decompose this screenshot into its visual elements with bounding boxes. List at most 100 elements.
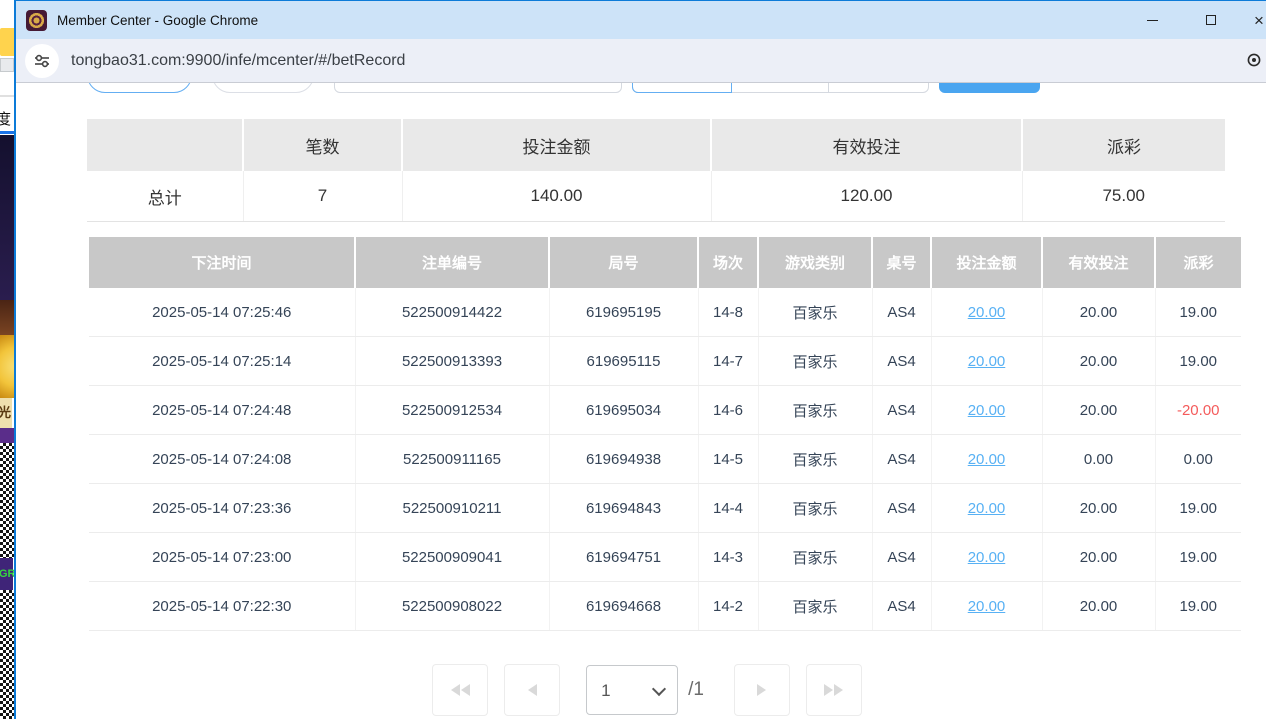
tune-sliders-icon: [34, 53, 50, 69]
bet-amount-link[interactable]: 20.00: [968, 451, 1006, 468]
background-text-gr: GR: [0, 558, 13, 590]
filter-tab-group-partial: [632, 83, 929, 93]
next-page-button[interactable]: [734, 664, 790, 716]
bet-table-header-row: 下注时间注单编号局号场次游戏类别桌号投注金额有效投注派彩: [89, 237, 1241, 288]
background-yellow-icon: [0, 28, 14, 56]
cell-valid-bet: 20.00: [1042, 288, 1155, 337]
cell-game: 百家乐: [758, 337, 872, 386]
bet-column-header: 投注金额: [931, 237, 1042, 288]
filter-tab-partial[interactable]: [732, 83, 829, 92]
filter-button-secondary-partial[interactable]: [212, 83, 314, 93]
cell-payout: 19.00: [1155, 484, 1241, 533]
page-total-label: /1: [688, 679, 704, 701]
background-purple-band: [0, 428, 14, 443]
background-gray-box: [0, 58, 14, 72]
summary-header-row: 笔数投注金额有效投注派彩: [87, 119, 1225, 171]
search-button-partial[interactable]: [939, 83, 1040, 93]
summary-count: 7: [243, 171, 402, 222]
double-right-arrow-icon: [824, 684, 833, 696]
bet-amount-link[interactable]: 20.00: [968, 549, 1006, 566]
cell-game: 百家乐: [758, 533, 872, 582]
background-qr-code-top: [0, 443, 14, 558]
filter-tab-selected-partial[interactable]: [632, 83, 732, 93]
cell-bet-id: 522500914422: [355, 288, 549, 337]
cell-round: 619694938: [549, 435, 698, 484]
cell-payout: 19.00: [1155, 288, 1241, 337]
bet-amount-link[interactable]: 20.00: [968, 353, 1006, 370]
cell-game: 百家乐: [758, 288, 872, 337]
bet-amount-link[interactable]: 20.00: [968, 402, 1006, 419]
background-gold-banner: [0, 335, 14, 398]
summary-table: 笔数投注金额有效投注派彩 总计7140.00120.0075.00: [87, 119, 1225, 222]
cell-valid-bet: 20.00: [1042, 582, 1155, 631]
cell-bet-amount: 20.00: [931, 386, 1042, 435]
filter-button-primary-partial[interactable]: [87, 83, 192, 93]
page-select[interactable]: 1: [586, 665, 678, 715]
site-favicon-icon: [26, 10, 47, 31]
window-title: Member Center - Google Chrome: [57, 13, 258, 28]
bet-column-header: 场次: [698, 237, 758, 288]
cell-bet-amount: 20.00: [931, 484, 1042, 533]
pagination: 1 /1: [87, 664, 1207, 716]
cell-bet-id: 522500910211: [355, 484, 549, 533]
table-row: 2025-05-14 07:23:00522500909041619694751…: [89, 533, 1241, 582]
cell-game: 百家乐: [758, 582, 872, 631]
cell-round: 619695195: [549, 288, 698, 337]
cell-session: 14-2: [698, 582, 758, 631]
background-divider: [0, 95, 14, 97]
bet-record-page: 笔数投注金额有效投注派彩 总计7140.00120.0075.00 下注时间注单…: [16, 83, 1266, 719]
cell-bet-amount: 20.00: [931, 337, 1042, 386]
bet-column-header: 有效投注: [1042, 237, 1155, 288]
cell-round: 619694668: [549, 582, 698, 631]
summary-column-header: 笔数: [243, 119, 402, 171]
filter-tab-partial[interactable]: [829, 83, 928, 92]
cell-round: 619694843: [549, 484, 698, 533]
cell-payout: 0.00: [1155, 435, 1241, 484]
site-settings-button[interactable]: [25, 44, 59, 78]
cell-table: AS4: [872, 435, 931, 484]
double-left-arrow-icon: [461, 684, 470, 696]
table-row: 2025-05-14 07:25:46522500914422619695195…: [89, 288, 1241, 337]
bet-amount-link[interactable]: 20.00: [968, 500, 1006, 517]
summary-column-header: 有效投注: [711, 119, 1022, 171]
cell-session: 14-7: [698, 337, 758, 386]
cell-bet-amount: 20.00: [931, 582, 1042, 631]
cell-table: AS4: [872, 484, 931, 533]
background-window-strip: 度 光 GR: [0, 0, 14, 719]
cell-bet-id: 522500909041: [355, 533, 549, 582]
cell-time: 2025-05-14 07:23:36: [89, 484, 355, 533]
bet-column-header: 下注时间: [89, 237, 355, 288]
cell-table: AS4: [872, 288, 931, 337]
cell-payout: 19.00: [1155, 533, 1241, 582]
address-input[interactable]: tongbao31.com:9900/infe/mcenter/#/betRec…: [71, 52, 405, 70]
background-qr-code-bottom: [0, 590, 14, 719]
minimize-button[interactable]: [1129, 1, 1175, 39]
window-titlebar: Member Center - Google Chrome ×: [16, 1, 1266, 39]
left-arrow-icon: [528, 684, 537, 696]
cell-bet-amount: 20.00: [931, 288, 1042, 337]
double-right-arrow-icon: [834, 684, 843, 696]
cell-session: 14-8: [698, 288, 758, 337]
bet-amount-link[interactable]: 20.00: [968, 598, 1006, 615]
previous-page-button[interactable]: [504, 664, 560, 716]
background-dark-banner: [0, 135, 14, 300]
cell-time: 2025-05-14 07:22:30: [89, 582, 355, 631]
cell-game: 百家乐: [758, 435, 872, 484]
record-target-button[interactable]: [1246, 52, 1262, 73]
background-brown-banner: [0, 300, 14, 335]
last-page-button[interactable]: [806, 664, 862, 716]
bet-amount-link[interactable]: 20.00: [968, 304, 1006, 321]
maximize-button[interactable]: [1188, 1, 1234, 39]
summary-column-header: 派彩: [1022, 119, 1225, 171]
page-select-wrap: 1: [586, 665, 678, 715]
close-button[interactable]: ×: [1236, 1, 1266, 39]
table-row: 2025-05-14 07:24:08522500911165619694938…: [89, 435, 1241, 484]
date-range-input-partial[interactable]: [334, 83, 622, 93]
first-page-button[interactable]: [432, 664, 488, 716]
cell-session: 14-3: [698, 533, 758, 582]
bet-column-header: 桌号: [872, 237, 931, 288]
cell-valid-bet: 0.00: [1042, 435, 1155, 484]
bet-column-header: 局号: [549, 237, 698, 288]
bet-column-header: 派彩: [1155, 237, 1241, 288]
cell-payout: -20.00: [1155, 386, 1241, 435]
